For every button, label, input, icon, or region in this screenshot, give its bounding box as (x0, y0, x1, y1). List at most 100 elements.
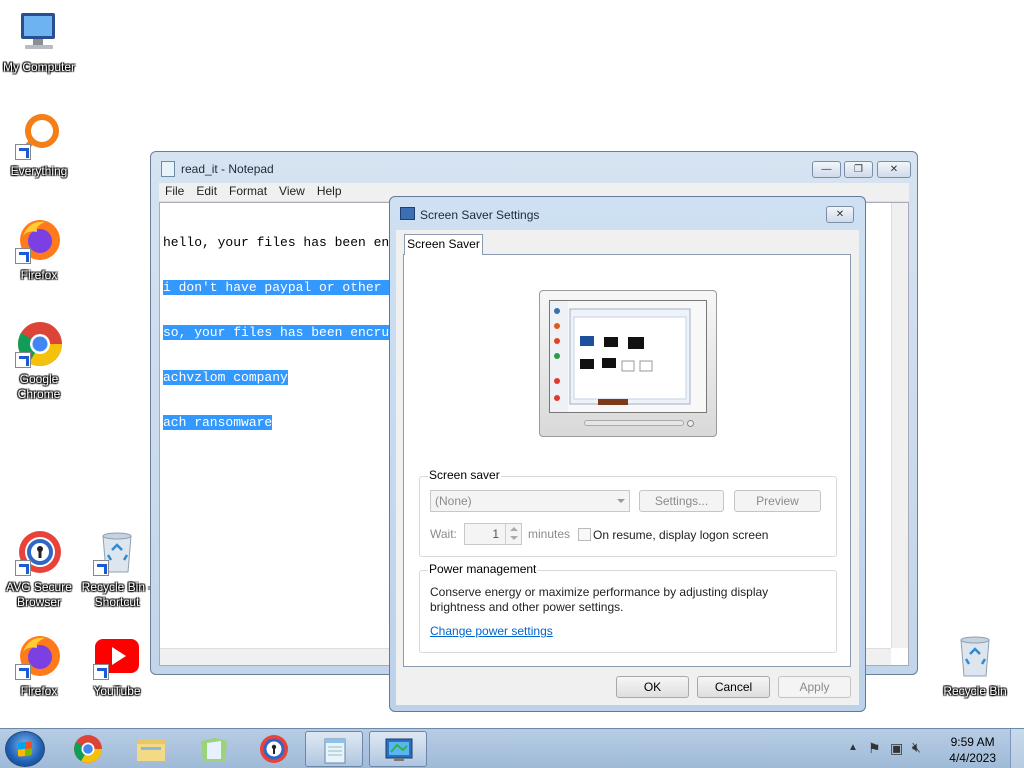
desktop-icon-label: Google Chrome (17, 372, 61, 401)
selected-text-line: i don't have paypal or other (163, 280, 390, 295)
display-settings-icon (385, 738, 413, 761)
cancel-button[interactable]: Cancel (697, 676, 770, 698)
power-led-icon (687, 420, 694, 427)
notepad-icon (161, 161, 175, 177)
display-settings-icon (400, 207, 415, 220)
menu-help[interactable]: Help (311, 183, 348, 198)
desktop-icon-label: Firefox (20, 268, 58, 282)
shortcut-arrow-icon (15, 664, 31, 680)
taskbar-chrome[interactable] (59, 731, 117, 767)
avg-browser-icon (260, 735, 288, 763)
selected-text-line: ach ransomware (163, 415, 273, 430)
avg-browser-icon (15, 528, 63, 576)
desktop-icon-label: Everything (10, 164, 68, 178)
text-line: hello, your files has been en (163, 235, 390, 250)
taskbar-libraries[interactable] (185, 731, 243, 767)
tab-screen-saver[interactable]: Screen Saver (404, 234, 483, 255)
power-management-group: Power management Conserve energy or maxi… (419, 562, 837, 653)
shortcut-arrow-icon (93, 664, 109, 680)
desktop-icon-label: Firefox (20, 684, 58, 698)
desktop-icon-label: My Computer (2, 60, 76, 74)
resume-logon-label: On resume, display logon screen (593, 528, 769, 542)
screen-saver-select[interactable]: (None) (430, 490, 630, 512)
desktop-icon-youtube[interactable]: YouTube (79, 632, 155, 699)
chevron-down-icon (617, 499, 625, 503)
show-desktop-button[interactable] (1010, 729, 1024, 768)
settings-button[interactable]: Settings... (639, 490, 724, 512)
desktop-icon-label: Recycle Bin - Shortcut (81, 580, 153, 609)
desktop-icon-firefox-2[interactable]: Firefox (1, 632, 77, 699)
minimize-icon: — (821, 164, 832, 175)
everything-search-icon (15, 112, 63, 160)
taskbar-avg-browser[interactable] (245, 731, 303, 767)
screen-saver-settings-dialog[interactable]: Screen Saver Settings ✕ Screen Saver Scr… (389, 196, 866, 712)
youtube-icon (93, 632, 141, 680)
library-icon (201, 738, 227, 761)
menu-edit[interactable]: Edit (190, 183, 223, 198)
selected-text-line: achvzlom company (163, 370, 288, 385)
selected-text-line: so, your files has been encru (163, 325, 390, 340)
desktop-icon-my-computer[interactable]: My Computer (1, 8, 77, 75)
clock[interactable]: 9:59 AM 4/4/2023 (949, 734, 996, 766)
clock-date: 4/4/2023 (949, 751, 996, 765)
dialog-body: Screen Saver Screen saver (None) Setting… (396, 230, 859, 705)
taskbar-file-explorer[interactable] (122, 731, 180, 767)
group-label: Screen saver (428, 468, 501, 482)
firefox-icon (15, 216, 63, 264)
preview-screen (549, 300, 707, 413)
volume-muted-icon[interactable]: 🔇︎ (912, 739, 921, 756)
apply-button[interactable]: Apply (778, 676, 851, 698)
dialog-title: Screen Saver Settings (420, 208, 540, 222)
desktop-icon-google-chrome[interactable]: Google Chrome (1, 320, 77, 402)
network-icon[interactable]: ▣ (890, 740, 903, 757)
chrome-icon (15, 320, 63, 368)
close-button[interactable]: ✕ (877, 161, 911, 178)
clock-time: 9:59 AM (950, 735, 995, 749)
change-power-settings-link[interactable]: Change power settings (430, 624, 553, 638)
preview-button[interactable]: Preview (734, 490, 821, 512)
maximize-button[interactable]: ❐ (844, 161, 873, 178)
desktop-icon-label: YouTube (93, 684, 141, 698)
taskbar-notepad[interactable] (305, 731, 363, 767)
taskbar: ▲ ⚑ ▣ 🔇︎ 9:59 AM 4/4/2023 (0, 728, 1024, 768)
desktop-icon-avg-secure-browser[interactable]: AVG Secure Browser (1, 528, 77, 610)
desktop-icon-recycle-bin-shortcut[interactable]: Recycle Bin - Shortcut (79, 528, 155, 610)
screen-saver-tab-panel: Screen saver (None) Settings... Preview … (403, 254, 851, 667)
monitor-stand (584, 420, 684, 426)
maximize-icon: ❐ (854, 164, 863, 175)
action-center-flag-icon[interactable]: ⚑ (868, 740, 881, 757)
recycle-bin-icon (93, 528, 141, 576)
system-tray: ▲ ⚑ ▣ 🔇︎ 9:59 AM 4/4/2023 (834, 729, 1024, 768)
screen-saver-group: Screen saver (None) Settings... Preview … (419, 468, 837, 557)
close-icon: ✕ (835, 209, 845, 220)
close-icon: ✕ (889, 164, 899, 175)
taskbar-display-settings[interactable] (369, 731, 427, 767)
minutes-label: minutes (528, 527, 571, 541)
minimize-button[interactable]: — (812, 161, 841, 178)
menu-view[interactable]: View (273, 183, 311, 198)
wait-value: 1 (492, 527, 499, 541)
folder-icon (137, 739, 165, 761)
desktop-icon-everything[interactable]: Everything (1, 112, 77, 179)
wait-minutes-stepper[interactable]: 1 (464, 523, 522, 545)
power-description: Conserve energy or maximize performance … (430, 585, 769, 614)
shortcut-arrow-icon (15, 560, 31, 576)
shortcut-arrow-icon (15, 248, 31, 264)
shortcut-arrow-icon (15, 352, 31, 368)
recycle-bin-icon (951, 632, 999, 680)
window-title: read_it - Notepad (181, 162, 274, 176)
spinner-arrows-icon[interactable] (505, 524, 521, 544)
ok-button[interactable]: OK (616, 676, 689, 698)
dialog-close-button[interactable]: ✕ (826, 206, 854, 223)
preview-monitor (539, 290, 717, 437)
wait-label: Wait: (430, 527, 457, 541)
desktop-icon-firefox[interactable]: Firefox (1, 216, 77, 283)
start-button[interactable] (5, 731, 45, 767)
menu-format[interactable]: Format (223, 183, 273, 198)
vertical-scrollbar[interactable] (891, 203, 908, 648)
menu-file[interactable]: File (159, 183, 190, 198)
show-hidden-icons-icon[interactable]: ▲ (848, 742, 858, 753)
notepad-icon (324, 738, 346, 764)
resume-logon-checkbox[interactable] (578, 528, 591, 541)
desktop-icon-recycle-bin[interactable]: Recycle Bin (937, 632, 1013, 699)
